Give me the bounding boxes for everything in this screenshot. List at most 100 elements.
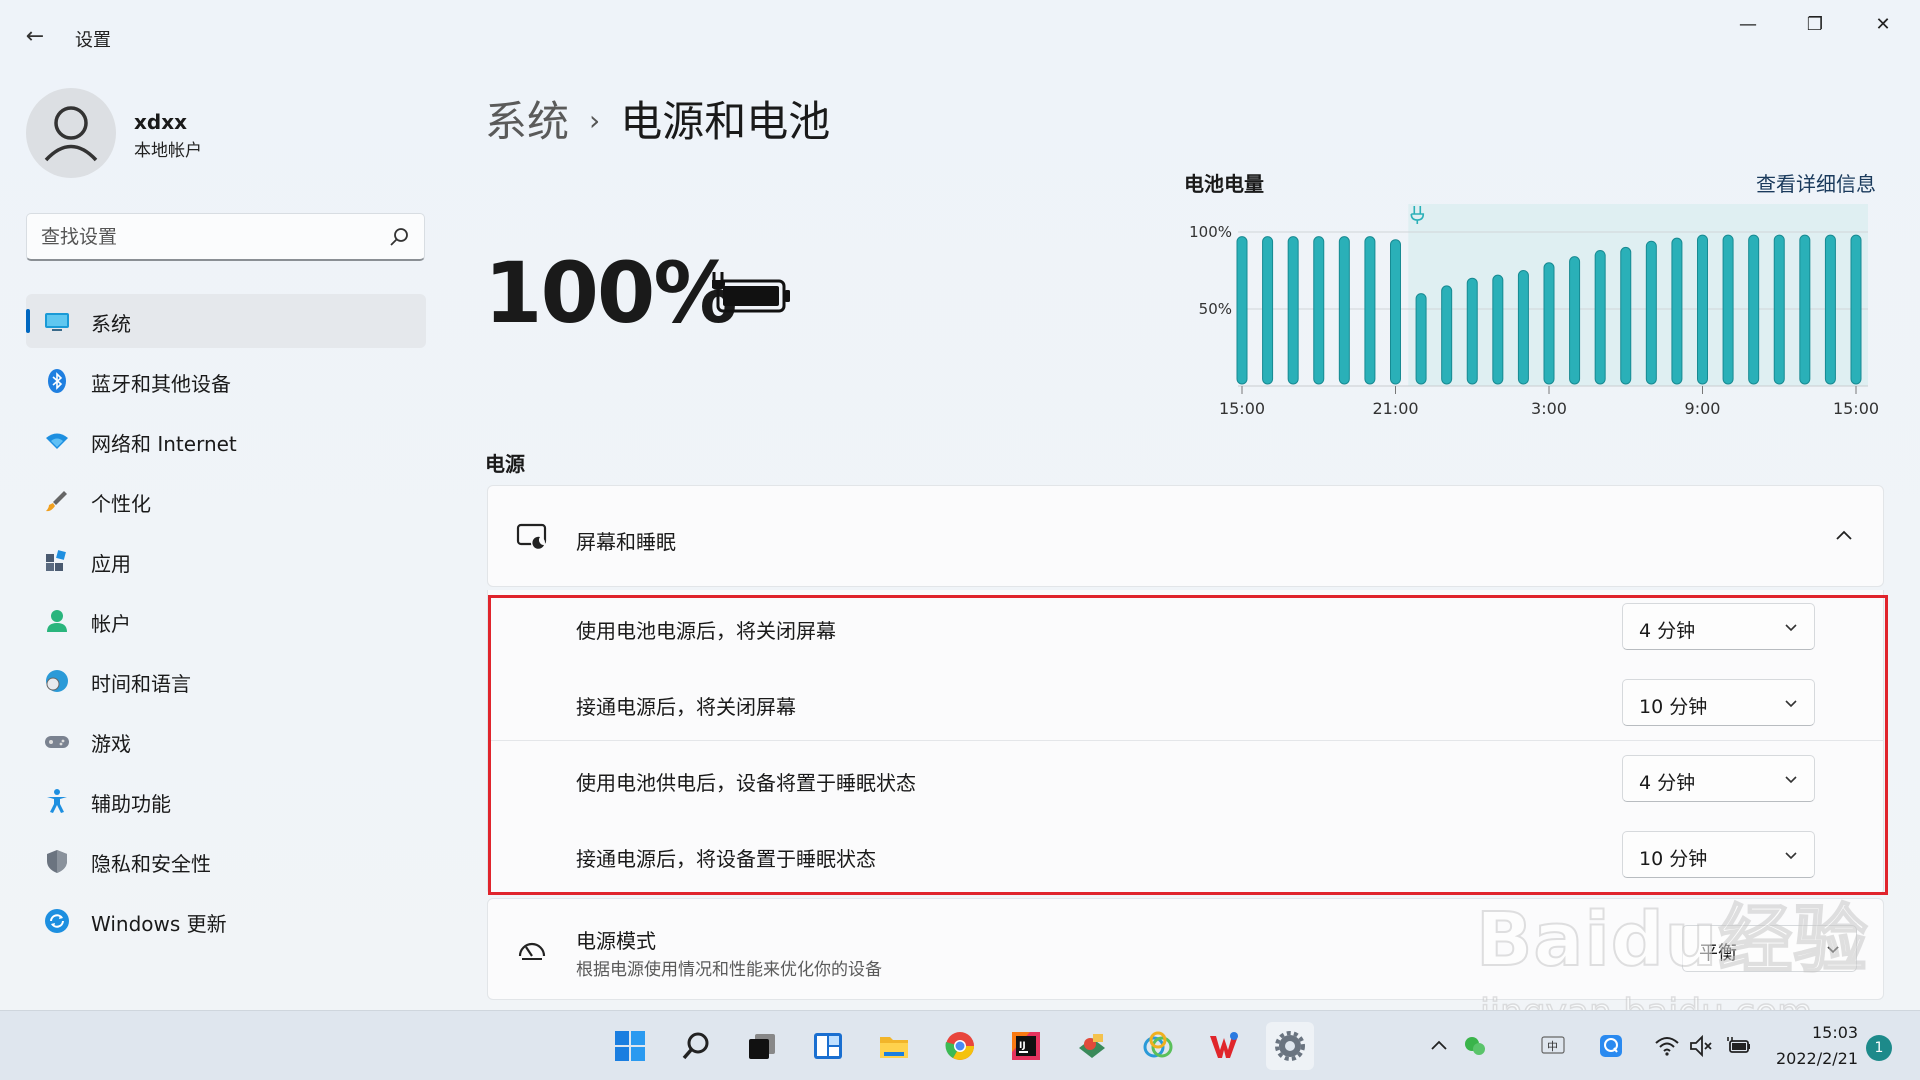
search-input[interactable]	[41, 224, 371, 250]
app-button[interactable]	[1068, 1022, 1116, 1070]
user-name: xdxx	[134, 110, 188, 134]
battery-icon[interactable]	[1726, 1033, 1752, 1059]
breadcrumb-separator: ›	[589, 104, 601, 137]
sidebar-item-label: 时间和语言	[91, 672, 191, 696]
avatar[interactable]	[26, 88, 116, 178]
sidebar-item-label: 系统	[91, 312, 131, 336]
battery-bar	[1390, 239, 1401, 385]
search-box[interactable]	[26, 213, 425, 261]
sidebar-item-privacy[interactable]: 隐私和安全性	[26, 834, 426, 888]
power-mode-subtitle: 根据电源使用情况和性能来优化你的设备	[576, 960, 882, 980]
start-icon	[615, 1031, 645, 1061]
battery-bar	[1492, 274, 1504, 385]
y-tick-label: 100%	[1189, 223, 1232, 241]
app-title: 设置	[75, 30, 111, 51]
settings-window: ← 设置 — ❐ ✕ xdxx 本地帐户 系统 蓝牙和其他设	[0, 0, 1920, 1034]
chart-title: 电池电量	[1184, 172, 1264, 196]
account-type: 本地帐户	[134, 141, 202, 161]
widgets-button[interactable]	[804, 1022, 852, 1070]
power-mode-dropdown[interactable]: 平衡	[1682, 925, 1857, 972]
clock-time[interactable]: 15:03	[1812, 1023, 1858, 1042]
plugged-sleep-dropdown[interactable]: 10 分钟	[1622, 831, 1815, 878]
sidebar-item-accounts[interactable]: 帐户	[26, 594, 426, 648]
notification-badge[interactable]: 1	[1866, 1035, 1892, 1061]
screen-sleep-card-header[interactable]: 屏幕和睡眠	[487, 485, 1884, 587]
power-mode-title: 电源模式	[576, 929, 656, 953]
sidebar-item-label: Windows 更新	[91, 912, 227, 936]
breadcrumb: 系统 › 电源和电池	[485, 88, 830, 149]
wps-button[interactable]	[1200, 1022, 1248, 1070]
sidebar-item-label: 隐私和安全性	[91, 852, 211, 876]
battery-bar	[1569, 256, 1581, 385]
sidebar-item-network[interactable]: 网络和 Internet	[26, 414, 426, 468]
back-button[interactable]: ←	[20, 22, 50, 52]
dropdown-value: 4 分钟	[1639, 620, 1696, 642]
task-view-button[interactable]	[738, 1022, 786, 1070]
breadcrumb-parent[interactable]: 系统	[485, 97, 569, 146]
browser-button[interactable]	[1134, 1022, 1182, 1070]
setting-row-battery-sleep: 使用电池供电后，设备将置于睡眠状态 4 分钟	[488, 742, 1883, 818]
sidebar-item-label: 网络和 Internet	[91, 432, 237, 456]
task-view-icon	[749, 1034, 775, 1059]
update-icon	[45, 909, 69, 933]
setting-row-plugged-sleep: 接通电源后，将设备置于睡眠状态 10 分钟	[488, 818, 1883, 894]
minimize-button[interactable]: —	[1725, 10, 1771, 40]
clock-date[interactable]: 2022/2/21	[1776, 1049, 1858, 1068]
screen-sleep-card-body: 使用电池电源后，将关闭屏幕 4 分钟 接通电源后，将关闭屏幕 10 分钟 使用电…	[487, 590, 1884, 895]
battery-screen-off-dropdown[interactable]: 4 分钟	[1622, 603, 1815, 650]
plugged-screen-off-dropdown[interactable]: 10 分钟	[1622, 679, 1815, 726]
settings-icon	[1275, 1031, 1305, 1061]
sidebar-item-system[interactable]: 系统	[26, 294, 426, 348]
sidebar-item-accessibility[interactable]: 辅助功能	[26, 774, 426, 828]
qq-icon[interactable]	[1598, 1033, 1624, 1059]
sidebar-item-time-language[interactable]: 时间和语言	[26, 654, 426, 708]
x-tick-label: 21:00	[1372, 399, 1418, 418]
sidebar-item-personalization[interactable]: 个性化	[26, 474, 426, 528]
sidebar-item-label: 应用	[91, 552, 131, 576]
taskbar-search-button[interactable]	[672, 1022, 720, 1070]
sidebar-item-windows-update[interactable]: Windows 更新	[26, 894, 426, 948]
taskbar: IJ 中 15:03 2022/2/21 1	[0, 1010, 1920, 1080]
chevron-up-icon[interactable]	[1829, 520, 1859, 550]
wifi-icon[interactable]	[1654, 1033, 1680, 1059]
battery-bar	[1722, 234, 1734, 385]
chevron-up-icon[interactable]	[1426, 1033, 1452, 1059]
ime-icon[interactable]: 中	[1540, 1033, 1566, 1059]
battery-bar	[1415, 293, 1427, 385]
battery-level-chart: 100% 50% 15:00 21:00 3:00 9:00 15:00	[1189, 204, 1879, 418]
wifi-icon	[46, 433, 68, 449]
x-tick-label: 3:00	[1531, 399, 1567, 418]
sidebar-item-label: 帐户	[91, 612, 131, 636]
sidebar-item-apps[interactable]: 应用	[26, 534, 426, 588]
battery-bar	[1543, 262, 1555, 385]
gamepad-icon	[45, 736, 69, 748]
ime-label: 中	[1547, 1040, 1558, 1053]
battery-bar	[1850, 234, 1862, 385]
settings-button[interactable]	[1266, 1022, 1314, 1070]
sidebar-nav: 系统 蓝牙和其他设备 网络和 Internet 个性化 应用 帐户 时间和语言 …	[26, 294, 426, 954]
x-tick-label: 15:00	[1833, 399, 1879, 418]
setting-row-plugged-screen-off: 接通电源后，将关闭屏幕 10 分钟	[488, 666, 1883, 742]
maximize-button[interactable]: ❐	[1792, 10, 1838, 40]
y-tick-label: 50%	[1199, 300, 1232, 318]
file-explorer-button[interactable]	[870, 1022, 918, 1070]
chevron-down-icon	[1785, 700, 1797, 708]
sidebar-item-label: 游戏	[91, 732, 131, 756]
intellij-button[interactable]: IJ	[1002, 1022, 1050, 1070]
start-button[interactable]	[606, 1022, 654, 1070]
battery-sleep-dropdown[interactable]: 4 分钟	[1622, 755, 1815, 802]
volume-muted-icon[interactable]	[1688, 1033, 1714, 1059]
intellij-icon: IJ	[1012, 1032, 1040, 1060]
chrome-button[interactable]	[936, 1022, 984, 1070]
view-details-link[interactable]: 查看详细信息	[1756, 168, 1876, 197]
sidebar-item-gaming[interactable]: 游戏	[26, 714, 426, 768]
user-icon	[44, 106, 98, 162]
close-button[interactable]: ✕	[1860, 10, 1906, 40]
chevron-down-icon	[1827, 946, 1839, 954]
wechat-icon[interactable]	[1462, 1033, 1488, 1059]
dropdown-value: 10 分钟	[1639, 696, 1708, 718]
search-icon[interactable]	[388, 226, 410, 248]
widgets-icon	[814, 1033, 842, 1059]
sidebar-item-bluetooth[interactable]: 蓝牙和其他设备	[26, 354, 426, 408]
battery-percentage: 100%	[484, 244, 738, 342]
